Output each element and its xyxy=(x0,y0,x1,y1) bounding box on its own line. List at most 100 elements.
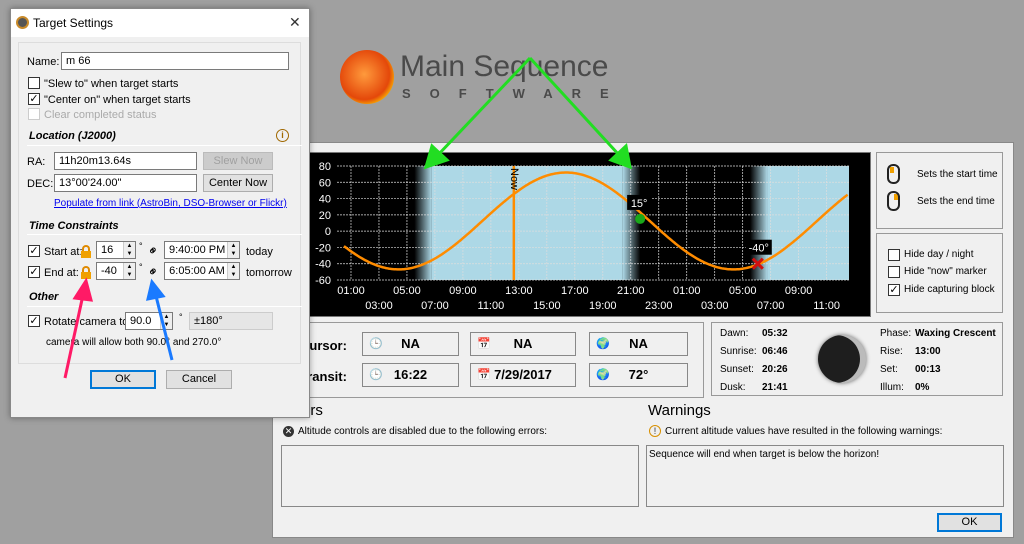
end-time-input[interactable]: 6:05:00 AM ▲ ▼ xyxy=(164,262,240,280)
lock-open-icon[interactable] xyxy=(81,266,91,279)
x-tick-label: 03:00 xyxy=(701,300,729,312)
cancel-button[interactable]: Cancel xyxy=(166,370,232,389)
hide-day-night-checkbox[interactable] xyxy=(888,249,900,261)
spinner-icon[interactable]: ▲ ▼ xyxy=(123,263,135,279)
x-tick-label: 01:00 xyxy=(673,285,701,297)
lock-open-icon[interactable] xyxy=(81,245,91,258)
start-at-label: Start at: xyxy=(44,246,83,258)
clear-completed-checkbox[interactable] xyxy=(28,108,40,120)
slew-to-label: "Slew to" when target starts xyxy=(44,78,179,90)
end-at-checkbox[interactable]: ✓ xyxy=(28,266,40,278)
degree-symbol: ° xyxy=(179,312,183,322)
x-tick-label: 21:00 xyxy=(617,285,645,297)
spinner-icon[interactable]: ▲ ▼ xyxy=(123,242,135,258)
clock-icon: 🕒 xyxy=(369,338,383,350)
target-settings-dialog: Target Settings ✕ Name: m 66 "Slew to" w… xyxy=(10,8,310,418)
degree-symbol: ° xyxy=(139,241,143,251)
name-input[interactable]: m 66 xyxy=(61,52,289,70)
x-tick-label: 13:00 xyxy=(505,285,533,297)
moonrise-value: 13:00 xyxy=(915,346,941,357)
dec-label: DEC: xyxy=(27,178,54,190)
info-icon[interactable]: i xyxy=(276,129,289,142)
transit-time: 🕒 16:22 xyxy=(362,363,459,387)
cursor-alt-value: NA xyxy=(629,336,648,351)
day-band xyxy=(431,166,623,280)
spinner-icon[interactable]: ▲ ▼ xyxy=(160,313,172,329)
close-icon[interactable]: ✕ xyxy=(289,14,301,31)
other-heading: Other xyxy=(29,291,59,303)
center-now-button[interactable]: Center Now xyxy=(203,174,273,192)
cursor-date-value: NA xyxy=(513,336,533,351)
now-label: Now xyxy=(508,168,520,190)
end-time-value: 6:05:00 AM xyxy=(169,265,225,277)
rotate-checkbox[interactable]: ✓ xyxy=(28,315,40,327)
hide-now-label: Hide "now" marker xyxy=(904,266,987,277)
x-tick-label: 15:00 xyxy=(533,300,561,312)
start-altitude-input[interactable]: 16 ▲ ▼ xyxy=(96,241,136,259)
spinner-icon[interactable]: ▲ ▼ xyxy=(227,242,239,258)
sun-moon-box: Dawn: 05:32 Sunrise: 06:46 Sunset: 20:26… xyxy=(711,322,1003,396)
x-tick-label: 23:00 xyxy=(645,300,673,312)
start-time-input[interactable]: 9:40:00 PM ▲ ▼ xyxy=(164,241,240,259)
rotate-note: camera will allow both 90.0° and 270.0° xyxy=(46,337,222,348)
transit-alt-value: 72° xyxy=(628,367,649,382)
altitude-chart[interactable]: 80 60 40 20 0 -20 -40 -60 01:00 05:00 09:00 13:00 17… xyxy=(282,152,871,317)
x-tick-label: 09:00 xyxy=(785,285,813,297)
x-tick-label: 05:00 xyxy=(729,285,757,297)
warnings-list[interactable]: Sequence will end when target is below t… xyxy=(646,445,1004,507)
hide-capture-label: Hide capturing block xyxy=(904,284,995,295)
panel-ok-button[interactable]: OK xyxy=(937,513,1002,532)
x-tick-label: 09:00 xyxy=(449,285,477,297)
hide-now-checkbox[interactable] xyxy=(888,266,900,278)
rotate-tolerance[interactable]: ±180° xyxy=(189,312,273,330)
phase-value: Waxing Crescent xyxy=(915,328,996,339)
center-on-label: "Center on" when target starts xyxy=(44,94,191,106)
sunrise-value: 06:46 xyxy=(762,346,788,357)
clear-completed-label: Clear completed status xyxy=(44,109,157,121)
rotate-label: Rotate camera to: xyxy=(44,316,132,328)
dec-input[interactable]: 13°00'24.00" xyxy=(54,174,197,192)
phase-label: Phase: xyxy=(880,328,912,339)
hide-capture-checkbox[interactable]: ✓ xyxy=(888,284,900,296)
logo-title: Main Sequence xyxy=(400,50,609,83)
mouse-left-icon xyxy=(887,164,900,184)
ok-button[interactable]: OK xyxy=(90,370,156,389)
app-icon xyxy=(16,16,29,29)
errors-list[interactable] xyxy=(281,445,639,507)
slew-to-checkbox[interactable] xyxy=(28,77,40,89)
x-tick-label: 07:00 xyxy=(421,300,449,312)
globe-icon: 🌍 xyxy=(596,369,610,381)
ra-label: RA: xyxy=(27,156,46,168)
moonset-value: 00:13 xyxy=(915,364,941,375)
y-tick-label: 80 xyxy=(319,161,331,173)
moon-phase-icon xyxy=(818,335,866,383)
mouse-legend: Sets the start time Sets the end time xyxy=(876,152,1003,229)
illum-value: 0% xyxy=(915,382,930,393)
divider xyxy=(27,306,302,307)
rotate-input[interactable]: 90.0 ▲ ▼ xyxy=(125,312,173,330)
illum-label: Illum: xyxy=(880,382,904,393)
logo-subtitle: SOFTWARE xyxy=(402,86,628,101)
transit-date-value: 7/29/2017 xyxy=(494,367,552,382)
start-at-checkbox[interactable]: ✓ xyxy=(28,245,40,257)
center-on-checkbox[interactable]: ✓ xyxy=(28,93,40,105)
hide-day-night-label: Hide day / night xyxy=(904,249,974,260)
cursor-date: 📅 NA xyxy=(470,332,576,356)
x-tick-label: 05:00 xyxy=(393,285,421,297)
x-tick-label: 17:00 xyxy=(561,285,589,297)
legend-start: Sets the start time xyxy=(917,169,998,180)
divider xyxy=(27,234,302,235)
y-tick-label: 20 xyxy=(319,210,331,222)
dusk-value: 21:41 xyxy=(762,382,788,393)
chart-options: Hide day / night Hide "now" marker ✓ Hid… xyxy=(876,233,1003,313)
ra-input[interactable]: 11h20m13.64s xyxy=(54,152,197,170)
errors-message: Altitude controls are disabled due to th… xyxy=(298,426,548,437)
x-tick-label: 11:00 xyxy=(478,300,505,312)
warning-item: Sequence will end when target is below t… xyxy=(649,449,880,460)
y-tick-label: -40 xyxy=(315,259,331,271)
spinner-icon[interactable]: ▲ ▼ xyxy=(227,263,239,279)
end-altitude-input[interactable]: -40 ▲ ▼ xyxy=(96,262,136,280)
slew-now-button[interactable]: Slew Now xyxy=(203,152,273,170)
populate-link[interactable]: Populate from link (AstroBin, DSO-Browse… xyxy=(54,198,287,209)
y-tick-label: -60 xyxy=(315,275,331,287)
